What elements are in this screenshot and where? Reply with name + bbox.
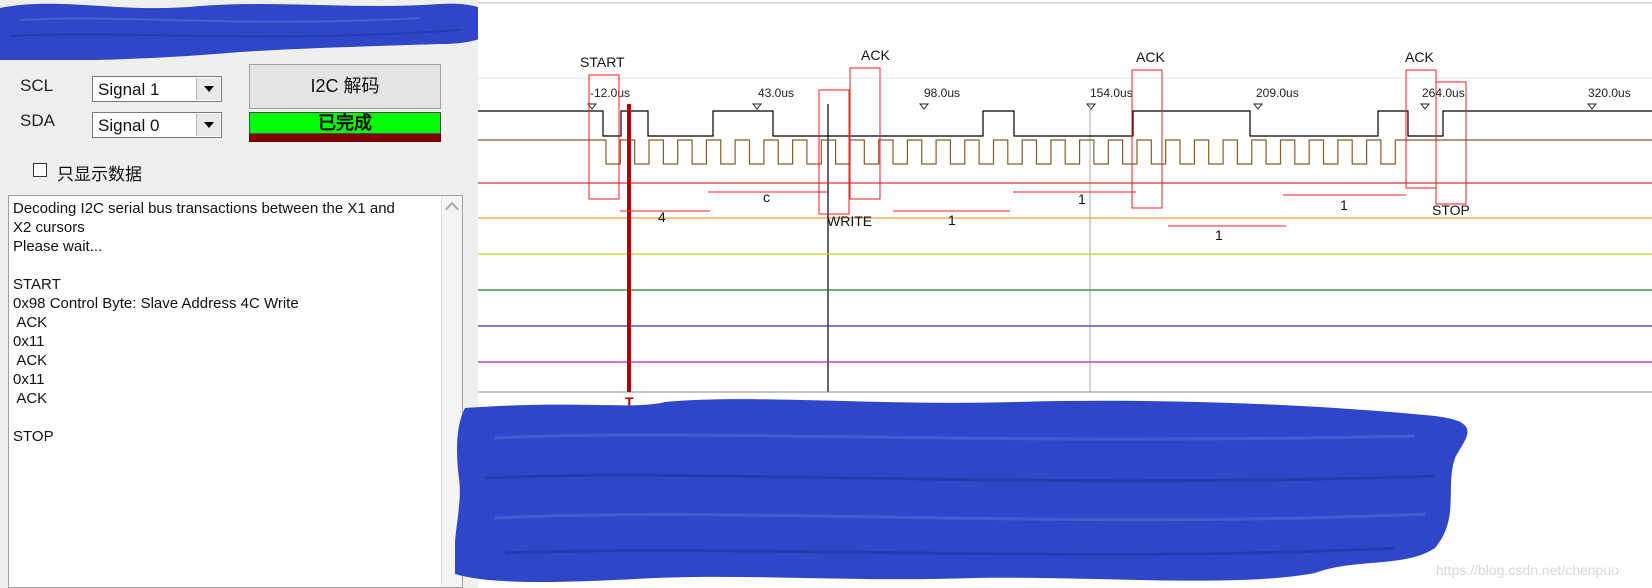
scl-select-value: Signal 1	[98, 80, 160, 99]
redaction-scribble-top	[0, 3, 495, 60]
sda-dropdown-button[interactable]	[196, 114, 220, 136]
scroll-up-icon[interactable]	[444, 201, 460, 217]
write-label: WRITE	[827, 213, 872, 229]
scl-label: SCL	[20, 76, 54, 95]
nibble-label: 1	[1340, 197, 1348, 213]
decode-log-textarea[interactable]: Decoding I2C serial bus transactions bet…	[8, 195, 463, 588]
tick-label: 43.0us	[758, 86, 794, 100]
nibble-label: 4	[658, 209, 666, 225]
log-line: STOP	[13, 428, 54, 445]
scl-signal-select[interactable]: Signal 1	[92, 76, 222, 102]
sda-select-value: Signal 0	[98, 116, 160, 135]
log-line: Please wait...	[13, 238, 103, 255]
nibble-label: 1	[1078, 191, 1086, 207]
tick-label: 264.0us	[1422, 86, 1465, 100]
nibble-label: 1	[948, 212, 956, 228]
scl-dropdown-button[interactable]	[196, 78, 220, 100]
tick-label: 209.0us	[1256, 86, 1299, 100]
start-label: START	[580, 54, 625, 70]
redaction-scribble-bottom	[455, 399, 1468, 582]
chevron-down-icon	[204, 86, 214, 92]
show-data-only-label: 只显示数据	[57, 165, 142, 184]
tick-label: -12.0us	[590, 86, 630, 100]
ack-label: ACK	[861, 47, 890, 63]
show-data-only-checkbox[interactable]	[33, 163, 47, 177]
nibble-label: 1	[1215, 227, 1223, 243]
sda-label: SDA	[20, 111, 55, 130]
log-line: 0x11	[13, 333, 45, 350]
log-line: X2 cursors	[13, 219, 85, 236]
log-line: 0x11	[13, 371, 45, 388]
status-bar-underline	[249, 134, 441, 142]
status-progress-bar: 已完成	[249, 112, 441, 134]
watermark-text: https://blog.csdn.net/chenpuo	[1436, 562, 1619, 578]
log-line: ACK	[13, 352, 48, 369]
log-line: Decoding I2C serial bus transactions bet…	[13, 200, 395, 217]
tick-label: 98.0us	[924, 86, 960, 100]
left-panel: SCL SDA Signal 1 Signal 0 I2C 解码 已完成 只显示…	[0, 0, 495, 588]
tick-label: 154.0us	[1090, 86, 1133, 100]
log-line: ACK	[13, 390, 48, 407]
nibble-label: c	[763, 189, 770, 205]
ack-label: ACK	[1405, 49, 1434, 65]
log-line: START	[13, 276, 61, 293]
log-line: ACK	[13, 314, 48, 331]
ack-label: ACK	[1136, 49, 1165, 65]
stop-label: STOP	[1432, 202, 1470, 218]
sda-signal-select[interactable]: Signal 0	[92, 112, 222, 138]
log-line: 0x98 Control Byte: Slave Address 4C Writ…	[13, 295, 299, 312]
chevron-down-icon	[204, 122, 214, 128]
tick-label: 320.0us	[1588, 86, 1631, 100]
i2c-decode-button[interactable]: I2C 解码	[249, 64, 441, 109]
